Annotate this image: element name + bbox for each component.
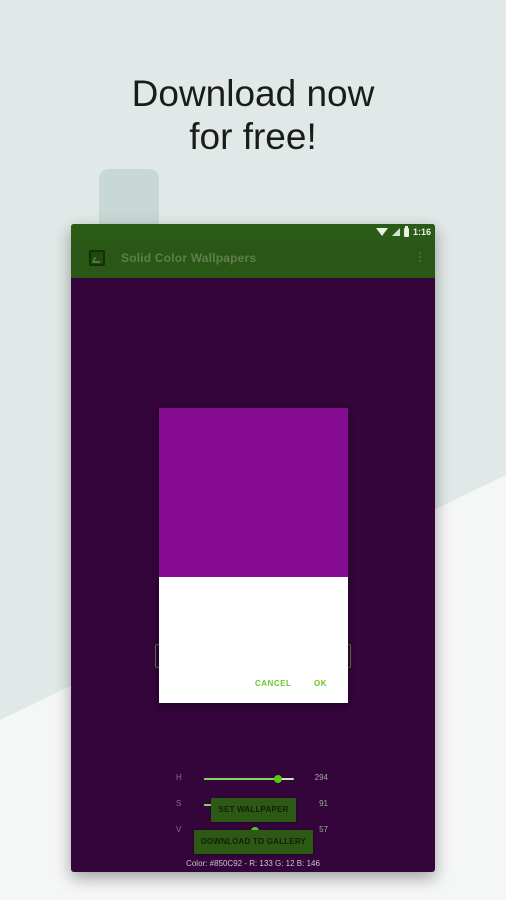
signal-icon — [391, 228, 400, 236]
color-preview — [159, 408, 348, 577]
download-to-gallery-button[interactable]: DOWNLOAD TO GALLERY — [194, 830, 313, 854]
slider-fill — [204, 778, 278, 780]
status-icons: 1:16 — [375, 225, 431, 238]
slider-value: 57 — [319, 825, 328, 834]
slider-value: 91 — [319, 799, 328, 808]
status-bar: 1:16 — [71, 224, 435, 240]
slider-label: S — [176, 799, 182, 808]
wallpaper-icon — [89, 250, 105, 266]
ok-button[interactable]: OK — [314, 676, 327, 692]
set-wallpaper-button[interactable]: SET WALLPAPER — [211, 798, 296, 822]
slider-label: H — [176, 773, 182, 782]
color-picker-dialog: H 294 S 91 V 57 CANCEL OK — [159, 408, 348, 835]
dialog-actions: CANCEL OK — [159, 676, 348, 692]
phone-screenshot: 1:16 Solid Color Wallpapers H 294 S 91 V… — [71, 224, 435, 872]
status-time: 1:16 — [412, 227, 431, 237]
promo-headline-line1: Download now — [131, 73, 375, 114]
wifi-icon — [375, 228, 388, 236]
color-info-text: Color: #850C92 - R: 133 G: 12 B: 146 — [186, 859, 320, 868]
app-title: Solid Color Wallpapers — [121, 251, 257, 265]
slider-label: V — [176, 825, 182, 834]
promo-headline: Download now for free! — [0, 72, 506, 158]
cancel-button[interactable]: CANCEL — [255, 676, 291, 692]
slider-value: 294 — [314, 773, 328, 782]
slider-row-h[interactable]: H 294 — [159, 771, 348, 787]
app-bar: Solid Color Wallpapers — [71, 240, 435, 278]
slider-thumb[interactable] — [273, 775, 282, 783]
battery-icon — [403, 225, 409, 237]
hue-slider[interactable] — [204, 775, 294, 783]
more-vert-icon[interactable] — [417, 250, 423, 268]
promo-headline-line2: for free! — [189, 116, 317, 157]
